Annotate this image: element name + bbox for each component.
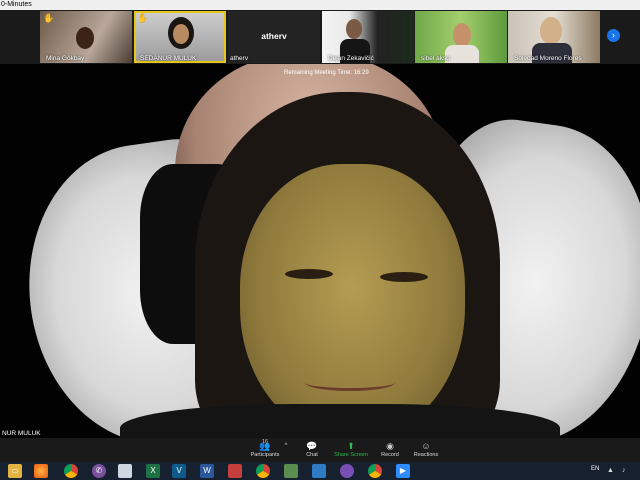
network-icon[interactable]: ▲ xyxy=(607,467,614,474)
participant-video xyxy=(453,23,471,47)
taskbar-zoom-icon[interactable]: ▶ xyxy=(396,464,410,478)
participant-video xyxy=(76,27,94,49)
taskbar-viber-icon[interactable]: ✆ xyxy=(92,464,106,478)
taskbar-word-icon[interactable]: W xyxy=(200,464,214,478)
taskbar-app-icon[interactable] xyxy=(340,464,354,478)
taskbar-chrome-icon[interactable] xyxy=(256,464,270,478)
record-button[interactable]: ◉ Record xyxy=(377,440,403,458)
meeting-controls: 👥 16 Participants ^ 💬 Chat ⬆ Share Scree… xyxy=(0,438,640,462)
language-indicator[interactable]: EN xyxy=(591,466,599,472)
taskbar-excel-icon[interactable]: X xyxy=(146,464,160,478)
chat-label: Chat xyxy=(306,452,318,458)
record-icon: ◉ xyxy=(386,441,394,451)
record-label: Record xyxy=(381,452,399,458)
speaker-face xyxy=(240,164,465,438)
main-video: Remaining Meeting Time: 16:29 NUR MULUK xyxy=(0,64,640,438)
reactions-button[interactable]: ☺ Reactions xyxy=(410,440,442,458)
share-screen-button[interactable]: ⬆ Share Screen xyxy=(333,440,369,458)
taskbar-chrome-icon[interactable] xyxy=(368,464,382,478)
gallery-strip: ✋ Mina Gökbay ✋ SEDANUR MULUK atherv ath… xyxy=(0,10,640,64)
window-title-bar: 0-Minutes xyxy=(0,0,640,10)
participant-video xyxy=(540,17,562,45)
chat-icon: 💬 xyxy=(306,441,318,451)
taskbar-photo-icon[interactable] xyxy=(312,464,326,478)
taskbar-firefox-icon[interactable] xyxy=(34,464,48,478)
participant-video xyxy=(346,19,362,39)
taskbar-app-icon[interactable] xyxy=(228,464,242,478)
next-page-button[interactable]: › xyxy=(607,29,620,42)
participants-count: 16 xyxy=(262,439,269,445)
raised-hand-icon: ✋ xyxy=(137,13,149,23)
taskbar-app-icon[interactable] xyxy=(284,464,298,478)
gallery-tile[interactable]: ✋ Mina Gökbay xyxy=(40,11,132,63)
speaker-name: NUR MULUK xyxy=(0,429,43,438)
taskbar-folder-icon[interactable]: ▭ xyxy=(8,464,22,478)
participants-button[interactable]: 👥 16 Participants xyxy=(248,439,282,458)
participants-menu-button[interactable]: ^ xyxy=(282,440,290,452)
caret-up-icon: ^ xyxy=(284,443,288,449)
gallery-tile[interactable]: Soledad Moreno Flores xyxy=(508,11,600,63)
chat-button[interactable]: 💬 Chat xyxy=(299,440,325,458)
gallery-tile[interactable]: Dejan Zekavičić xyxy=(322,11,414,63)
gallery-tile[interactable]: ✋ SEDANUR MULUK xyxy=(134,11,226,63)
participants-label: Participants xyxy=(250,452,280,458)
participant-name: atherv xyxy=(230,55,249,62)
gallery-tile[interactable]: atherv atherv xyxy=(228,11,320,63)
participant-name: Soledad Moreno Flores xyxy=(514,55,582,62)
participant-name: Mina Gökbay xyxy=(46,55,85,62)
volume-icon[interactable]: ♪ xyxy=(622,467,626,474)
meeting-timer: Remaining Meeting Time: 16:29 xyxy=(284,70,369,76)
participant-display-name: atherv xyxy=(261,31,287,41)
gallery-tile[interactable]: sibel aksu xyxy=(415,11,507,63)
gallery-nav: › xyxy=(600,10,640,64)
taskbar-file-icon[interactable] xyxy=(118,464,132,478)
raised-hand-icon: ✋ xyxy=(43,13,55,23)
share-screen-label: Share Screen xyxy=(334,452,368,458)
participant-name: SEDANUR MULUK xyxy=(140,55,197,62)
window-title: 0-Minutes xyxy=(1,1,32,8)
taskbar-chrome-icon[interactable] xyxy=(64,464,78,478)
reactions-icon: ☺ xyxy=(421,441,431,451)
participant-name: Dejan Zekavičić xyxy=(328,55,374,62)
share-screen-icon: ⬆ xyxy=(347,441,355,451)
taskbar-vector-icon[interactable]: V xyxy=(172,464,186,478)
windows-taskbar: ▭ ✆ X V W ▶ EN ▲ ♪ xyxy=(0,462,640,480)
reactions-label: Reactions xyxy=(413,452,439,458)
participant-name: sibel aksu xyxy=(421,55,450,62)
